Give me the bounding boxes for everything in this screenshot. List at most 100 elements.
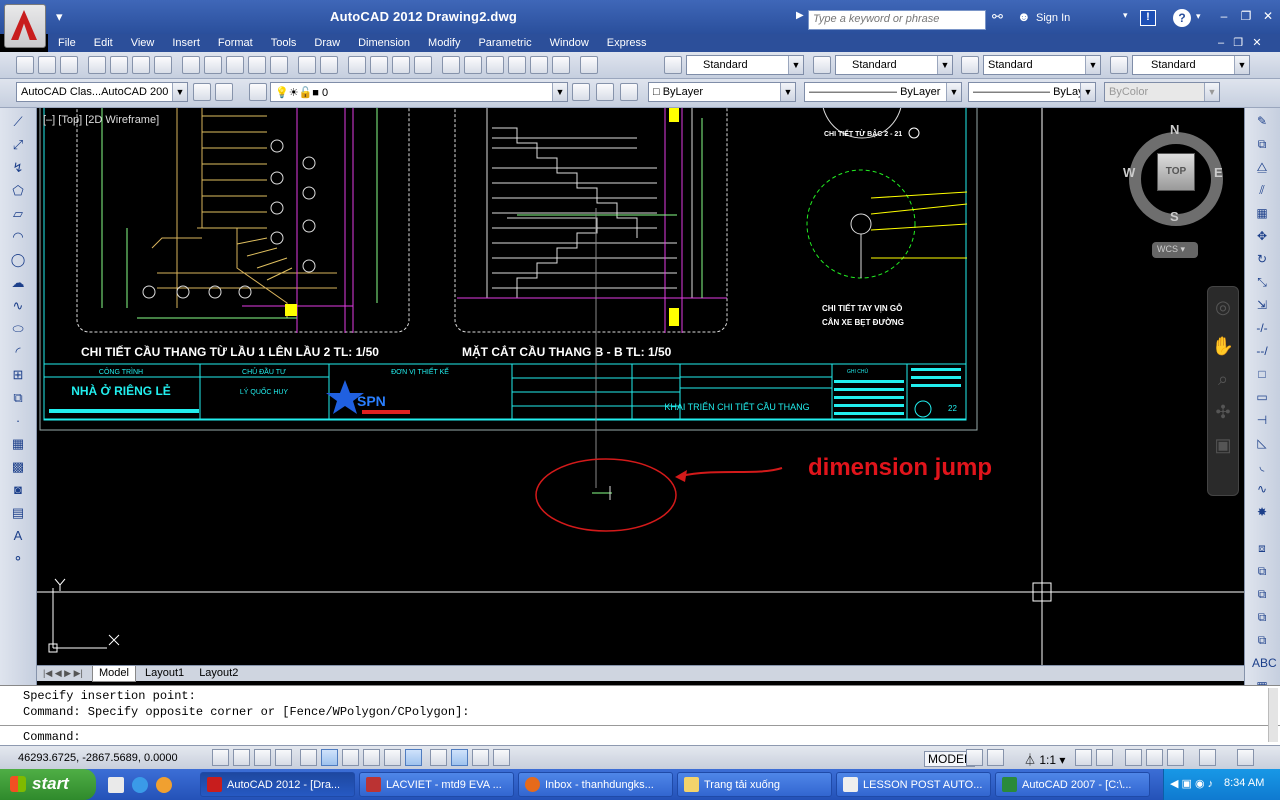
spline-icon[interactable]: ∿ [8,297,28,315]
compass-e[interactable]: E [1214,165,1223,180]
calculator-icon[interactable] [552,56,570,74]
task-downloads[interactable]: Trang tải xuống [677,772,832,797]
send-back-icon[interactable]: ⧉ [1252,586,1272,604]
lineweight-select[interactable]: ——————— ByLayer ▼ [968,82,1096,102]
plot-icon[interactable] [88,56,106,74]
command-scrollbar[interactable] [1268,688,1278,742]
help-toolbar-icon[interactable] [580,56,598,74]
binoculars-icon[interactable]: ⚯ [992,9,1003,25]
showmotion-icon[interactable]: ▣ [1208,435,1238,456]
quick-access-dropdown-icon[interactable]: ▾ [56,9,63,25]
menu-format[interactable]: Format [208,34,261,49]
zoom-realtime-icon[interactable] [370,56,388,74]
tray-icons[interactable]: ◀ ▣ ◉ ♪ [1170,777,1213,790]
line-icon[interactable]: ⟋ [8,113,28,131]
layer-states-icon[interactable] [620,83,638,101]
allow-ducs-icon[interactable] [384,749,401,766]
sign-in-dropdown-icon[interactable]: ▾ [1123,10,1128,21]
quick-properties-icon[interactable] [472,749,489,766]
command-line-input[interactable]: Command: [0,725,1280,745]
task-autocad-2012[interactable]: AutoCAD 2012 - [Dra... [200,772,355,797]
bring-front-icon[interactable]: ⧉ [1252,563,1272,581]
polygon-icon[interactable]: ⬠ [8,182,28,200]
quicklaunch-desktop-icon[interactable] [108,777,124,793]
break-point-icon[interactable]: □ [1252,366,1272,384]
close-icon[interactable]: ✕ [1257,9,1279,23]
quicklaunch-app-icon[interactable] [156,777,172,793]
move-icon[interactable]: ✥ [1252,228,1272,246]
mleader-style-select[interactable]: Standard ▼ [1132,55,1250,75]
quick-view-drawings-icon[interactable] [987,749,1004,766]
cut-icon[interactable] [182,56,200,74]
redo-icon[interactable] [320,56,338,74]
zoom-previous-icon[interactable] [414,56,432,74]
task-inbox[interactable]: Inbox - thanhdungks... [518,772,673,797]
plotstyle-select[interactable]: ByColor ▼ [1104,82,1220,102]
annotation-visibility-icon[interactable] [1075,749,1092,766]
make-current-layer-icon[interactable] [572,83,590,101]
new-icon[interactable] [16,56,34,74]
text-style-icon[interactable] [664,56,682,74]
clean-screen-status-icon[interactable] [1237,749,1254,766]
hatch-icon[interactable]: ▦ [8,435,28,453]
3d-object-snap-icon[interactable] [342,749,359,766]
doc-window-controls[interactable]: – ❐ ✕ [1218,36,1262,49]
menu-edit[interactable]: Edit [84,34,121,49]
scale-icon[interactable]: ⤡ [1252,274,1272,292]
trim-icon[interactable]: -/- [1252,320,1272,338]
ortho-mode-icon[interactable] [275,749,292,766]
layer-select[interactable]: 💡☀🔓■ 0 ▼ [270,82,568,102]
menu-view[interactable]: View [121,34,163,49]
add-selected-icon[interactable]: ⚬ [8,550,28,568]
erase-icon[interactable]: ✎ [1252,113,1272,131]
object-snap-icon[interactable] [321,749,338,766]
isolate-objects-icon[interactable] [1199,749,1216,766]
tab-layout1[interactable]: Layout1 [139,666,190,681]
copy-icon[interactable] [204,56,222,74]
menu-parametric[interactable]: Parametric [468,34,539,49]
gradient-icon[interactable]: ▩ [8,458,28,476]
menu-express[interactable]: Express [597,34,655,49]
menu-window[interactable]: Window [540,34,597,49]
region-icon[interactable]: ◙ [8,481,28,499]
snap-mode-icon[interactable] [233,749,250,766]
circle-icon[interactable]: ◯ [8,251,28,269]
menu-insert[interactable]: Insert [162,34,208,49]
mleader-style-icon[interactable] [1110,56,1128,74]
mtext-icon[interactable]: A [8,527,28,545]
polyline-icon[interactable]: ↯ [8,159,28,177]
expand-search-icon[interactable]: ▶ [796,10,804,21]
task-autocad-2007[interactable]: AutoCAD 2007 - [C:\... [995,772,1150,797]
tab-model[interactable]: Model [91,666,136,682]
zoom-extents-icon[interactable]: ⌕ [1208,369,1238,390]
table-style-select[interactable]: Standard ▼ [983,55,1101,75]
tool-palettes-icon[interactable] [486,56,504,74]
task-lesson-post[interactable]: LESSON POST AUTO... [836,772,991,797]
search-input[interactable]: Type a keyword or phrase [808,10,986,30]
draworder-icon[interactable]: ⧈ [1252,540,1272,558]
ucs-menu[interactable]: WCS ▾ [1152,242,1198,258]
table-style-icon[interactable] [961,56,979,74]
drawing-canvas[interactable]: CHI TIẾT CẦU THANG TỪ LẦU 1 LÊN LẦU 2 TL… [37,108,1244,665]
linetype-select[interactable]: ———————— ByLayer ▼ [804,82,962,102]
dim-style-icon[interactable] [813,56,831,74]
workspace-settings-icon[interactable] [193,83,211,101]
break-icon[interactable]: ▭ [1252,389,1272,407]
workspace-switching-icon[interactable] [1125,749,1142,766]
zoom-window-icon[interactable] [392,56,410,74]
application-menu-button[interactable] [4,4,46,48]
annotation-scale[interactable]: ⏃ 1:1 ▾ [1024,751,1065,768]
join-icon[interactable]: ⊣ [1252,412,1272,430]
help-dropdown-icon[interactable]: ▾ [1196,11,1201,22]
markup-icon[interactable] [530,56,548,74]
viewport-controls[interactable]: [–] [Top] [2D Wireframe] [43,114,159,126]
bring-above-icon[interactable]: ⧉ [1252,609,1272,627]
properties-icon[interactable] [442,56,460,74]
construction-line-icon[interactable]: ⤢ [8,136,28,154]
object-snap-tracking-icon[interactable] [363,749,380,766]
sheet-set-icon[interactable] [508,56,526,74]
menu-file[interactable]: File [48,34,84,49]
workspace-select[interactable]: AutoCAD Clas...AutoCAD 200 ▼ [16,82,188,102]
menu-tools[interactable]: Tools [261,34,305,49]
infer-constraints-icon[interactable] [212,749,229,766]
